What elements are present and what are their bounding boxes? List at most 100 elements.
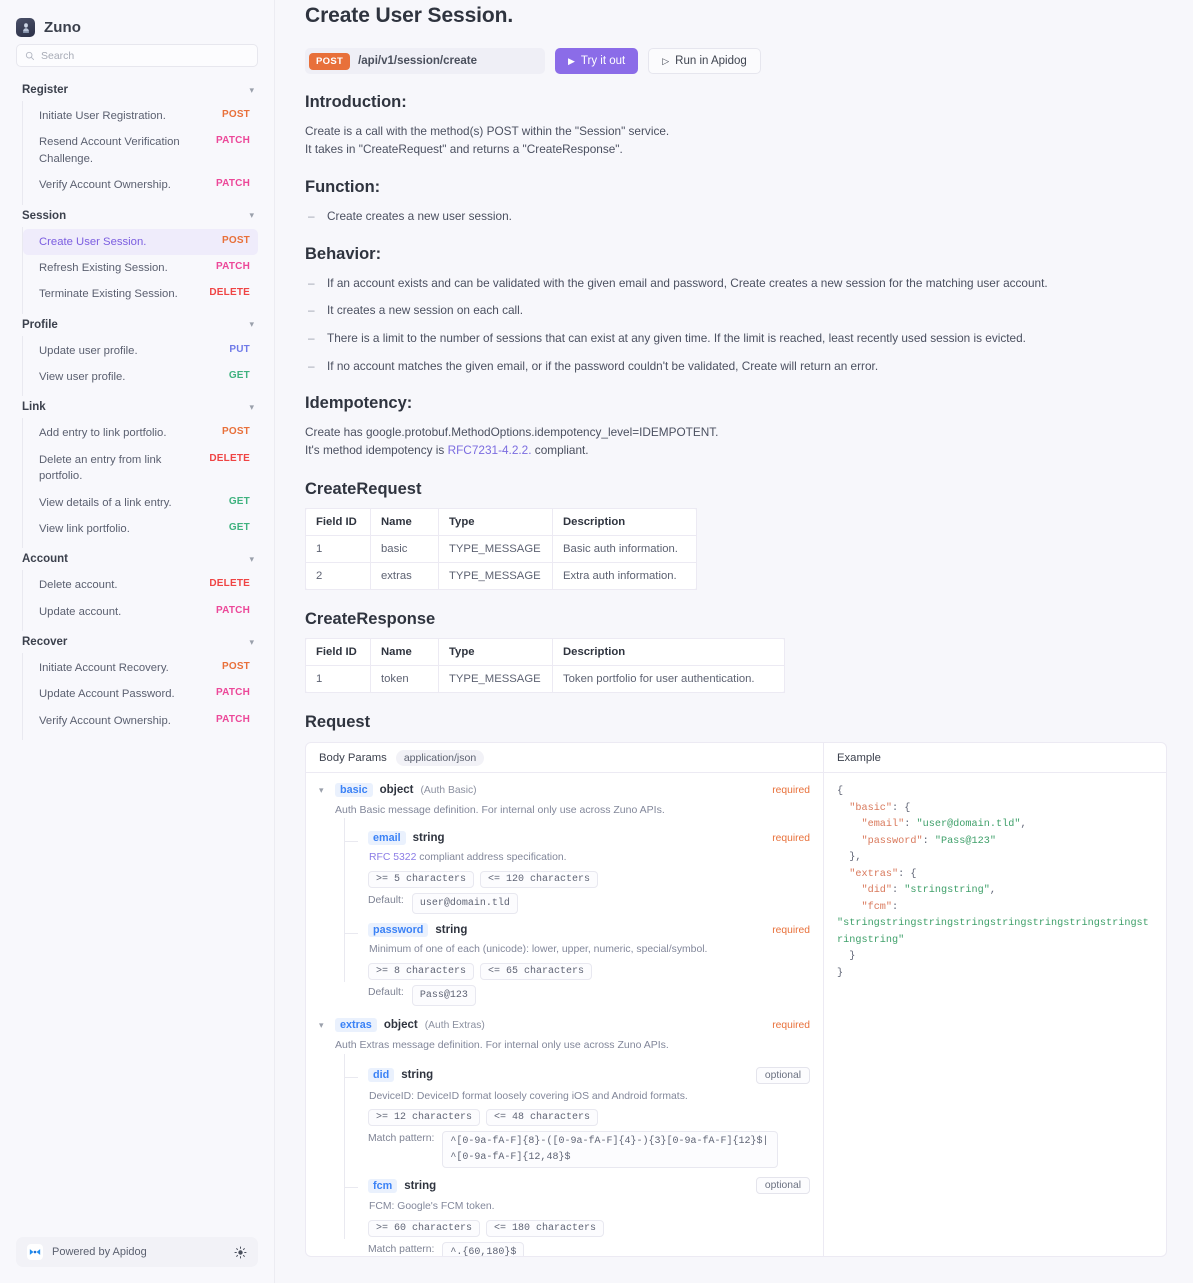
nav-group-account: Account ▾ Delete account. DELETE Update … <box>16 548 258 631</box>
example-json-block: { "basic": { "email": "user@domain.tld",… <box>824 773 1166 993</box>
json-punct: : { <box>898 868 917 880</box>
requirement-badge: required <box>772 1019 810 1031</box>
param-fcm-row[interactable]: fcm string optional <box>368 1177 810 1195</box>
table-row: 1 basic TYPE_MESSAGE Basic auth informat… <box>305 535 697 564</box>
sidebar-item-resend-account-verification[interactable]: Resend Account Verification Challenge. P… <box>23 129 258 172</box>
sidebar-item-update-account-password[interactable]: Update Account Password. PATCH <box>23 681 258 707</box>
cell-name: token <box>370 665 439 693</box>
sidebar-item-verify-account-ownership[interactable]: Verify Account Ownership. PATCH <box>23 172 258 198</box>
param-type: string <box>404 1179 437 1192</box>
param-description: FCM: Google's FCM token. <box>369 1201 495 1213</box>
json-key-fcm: "fcm" <box>861 901 893 913</box>
json-punct: : { <box>892 802 911 814</box>
sidebar-item-label: Verify Account Ownership. <box>39 179 171 192</box>
run-in-apidog-button[interactable]: ▷ Run in Apidog <box>648 48 761 74</box>
sidebar-item-label: View link portfolio. <box>39 522 130 535</box>
chevron-down-icon[interactable]: ▾ <box>319 1020 328 1030</box>
param-name: basic <box>335 783 373 798</box>
sidebar: Zuno Register ▾ Initiate User <box>0 0 275 1283</box>
cell-type: TYPE_MESSAGE <box>438 535 553 564</box>
cell-description: Extra auth information. <box>563 570 677 583</box>
create-response-table: Field ID Name Type Description 1 token T… <box>305 638 785 694</box>
match-pattern-label: Match pattern: <box>368 1133 435 1145</box>
group-header-profile[interactable]: Profile ▾ <box>16 314 258 336</box>
endpoint-url-bar[interactable]: POST /api/v1/session/create <box>305 48 545 74</box>
group-header-link[interactable]: Link ▾ <box>16 396 258 418</box>
http-method-badge: POST <box>309 52 351 70</box>
sidebar-item-label: Update user profile. <box>39 344 138 357</box>
param-type: string <box>401 1069 434 1082</box>
requirement-badge: required <box>772 924 810 936</box>
try-it-out-button[interactable]: ▶ Try it out <box>555 48 639 74</box>
brand-name: Zuno <box>44 19 82 36</box>
sidebar-item-initiate-account-recovery[interactable]: Initiate Account Recovery. POST <box>23 655 258 681</box>
json-punct: : <box>904 819 917 831</box>
column-header: Description <box>552 638 785 667</box>
column-header: Name <box>370 638 439 667</box>
sidebar-item-verify-account-ownership-recover[interactable]: Verify Account Ownership. PATCH <box>23 708 258 734</box>
param-description: Minimum of one of each (unicode): lower,… <box>369 944 708 956</box>
json-key-password: "password" <box>861 835 923 847</box>
json-value-fcm: "stringstringstringstringstringstringstr… <box>837 918 1149 946</box>
sidebar-item-label: Initiate User Registration. <box>39 110 166 122</box>
sidebar-item-update-user-profile[interactable]: Update user profile. PUT <box>23 338 258 364</box>
brand[interactable]: Zuno <box>0 0 274 44</box>
param-extras-row[interactable]: ▾ extras object (Auth Extras) required <box>319 1018 810 1033</box>
cell-type: TYPE_MESSAGE <box>438 562 553 590</box>
min-length-pill: >= 12 characters <box>368 1109 481 1127</box>
search-input[interactable] <box>41 49 249 62</box>
sidebar-nav: Register ▾ Initiate User Registration. P… <box>0 67 274 1237</box>
sidebar-item-view-user-profile[interactable]: View user profile. GET <box>23 364 258 390</box>
constraint-pills: >= 8 characters <= 65 characters <box>368 962 810 980</box>
group-header-session[interactable]: Session ▾ <box>16 205 258 227</box>
param-basic-row[interactable]: ▾ basic object (Auth Basic) required <box>319 783 810 798</box>
footer-text: Powered by Apidog <box>52 1246 147 1258</box>
sidebar-item-delete-account[interactable]: Delete account. DELETE <box>23 572 258 598</box>
idempotency-line-2: It's method idempotency is RFC7231-4.2.2… <box>305 442 1167 460</box>
cell-name: extras <box>370 562 439 590</box>
chevron-down-icon: ▾ <box>249 84 254 95</box>
param-did-row[interactable]: did string optional <box>368 1066 810 1084</box>
default-label: Default: <box>368 986 404 998</box>
example-header: Example <box>824 743 1166 774</box>
behavior-list: If an account exists and can be validate… <box>305 275 1167 376</box>
sidebar-item-initiate-user-registration[interactable]: Initiate User Registration. POST <box>23 103 258 129</box>
group-title: Session <box>22 209 67 222</box>
chevron-down-icon[interactable]: ▾ <box>319 785 328 795</box>
search-box[interactable] <box>16 44 258 67</box>
sun-icon[interactable] <box>234 1245 247 1259</box>
table-row: 2 extras TYPE_MESSAGE Extra auth informa… <box>305 562 697 590</box>
create-response-title: CreateResponse <box>305 610 436 629</box>
sidebar-item-delete-entry-link-portfolio[interactable]: Delete an entry from link portfolio. DEL… <box>23 447 258 490</box>
param-description: DeviceID: DeviceID format loosely coveri… <box>369 1090 688 1102</box>
max-length-pill: <= 48 characters <box>486 1109 599 1127</box>
sidebar-footer: Powered by Apidog <box>0 1237 274 1283</box>
chevron-down-icon: ▾ <box>249 319 254 330</box>
powered-by-apidog[interactable]: Powered by Apidog <box>16 1237 258 1267</box>
sidebar-item-label: Update Account Password. <box>39 688 175 701</box>
sidebar-item-label: View details of a link entry. <box>39 496 172 509</box>
search-wrapper <box>0 44 274 67</box>
group-header-account[interactable]: Account ▾ <box>16 548 258 570</box>
group-header-recover[interactable]: Recover ▾ <box>16 631 258 653</box>
group-title: Account <box>22 553 68 566</box>
statue-logo-icon <box>16 18 35 37</box>
group-header-register[interactable]: Register ▾ <box>16 79 258 101</box>
min-length-pill: >= 60 characters <box>368 1219 481 1237</box>
sidebar-item-terminate-existing-session[interactable]: Terminate Existing Session. DELETE <box>23 281 258 307</box>
chevron-down-icon: ▾ <box>249 636 254 647</box>
sidebar-item-refresh-existing-session[interactable]: Refresh Existing Session. PATCH <box>23 255 258 281</box>
param-password-row[interactable]: password string required <box>368 923 810 938</box>
introduction-heading: Introduction: <box>305 93 407 111</box>
sidebar-item-view-link-entry-details[interactable]: View details of a link entry. GET <box>23 490 258 516</box>
rfc7231-link[interactable]: RFC7231-4.2.2. <box>448 443 532 457</box>
play-icon: ▶ <box>568 55 575 66</box>
param-email-row[interactable]: email string required <box>368 831 810 846</box>
sidebar-item-update-account[interactable]: Update account. PATCH <box>23 599 258 625</box>
sidebar-item-add-entry-link-portfolio[interactable]: Add entry to link portfolio. POST <box>23 420 258 446</box>
sidebar-item-label: Terminate Existing Session. <box>39 288 178 301</box>
rfc5322-link[interactable]: RFC 5322 <box>369 852 416 863</box>
json-line-1: { <box>837 786 844 798</box>
sidebar-item-view-link-portfolio[interactable]: View link portfolio. GET <box>23 516 258 542</box>
sidebar-item-create-user-session[interactable]: Create User Session. POST <box>23 228 258 255</box>
